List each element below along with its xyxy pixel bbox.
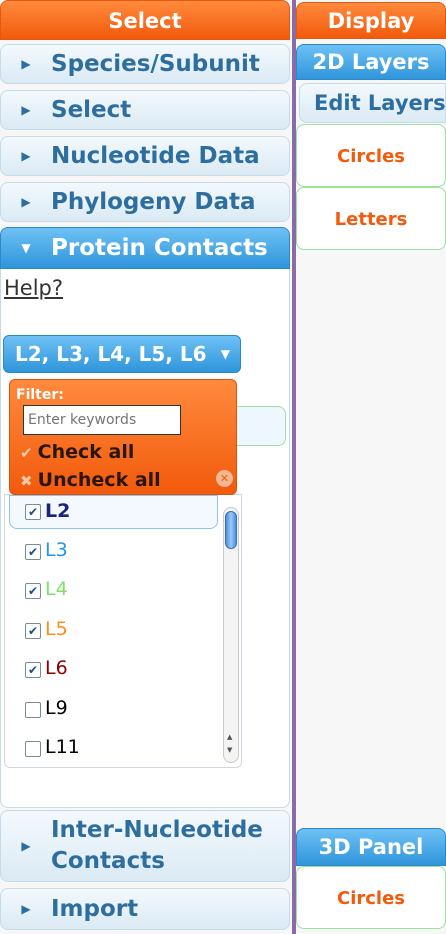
layer-3d-circles[interactable]: Circles bbox=[296, 866, 446, 929]
3d-panel-button[interactable]: 3D Panel bbox=[296, 828, 446, 866]
option-l2[interactable]: ✔ L2 bbox=[5, 495, 219, 527]
checkbox-l6[interactable]: ✔ bbox=[25, 662, 41, 678]
multiselect-value: L2, L3, L4, L5, L6 bbox=[15, 342, 207, 366]
hidden-green-element bbox=[230, 406, 286, 446]
option-l3[interactable]: ✔ L3 bbox=[5, 539, 219, 571]
section-nucleotide-data[interactable]: ▶ Nucleotide Data bbox=[0, 136, 290, 176]
protein-multiselect-button[interactable]: L2, L3, L4, L5, L6 ▼ bbox=[3, 335, 241, 373]
display-panel-header: Display bbox=[296, 2, 446, 39]
help-link[interactable]: Help? bbox=[4, 276, 63, 300]
option-l4[interactable]: ✔ L4 bbox=[5, 578, 219, 610]
checkbox-l2[interactable]: ✔ bbox=[25, 504, 41, 520]
section-label: Species/Subunit bbox=[51, 51, 260, 77]
triangle-right-icon: ▶ bbox=[21, 57, 31, 71]
edit-layers-label: Edit Layers bbox=[314, 91, 446, 115]
options-scrollbar[interactable]: ▲ ▼ bbox=[223, 507, 239, 763]
check-all-link[interactable]: ✔ Check all bbox=[20, 441, 134, 463]
section-label: Phylogeny Data bbox=[51, 189, 256, 215]
section-label: Inter-Nucleotide bbox=[51, 817, 263, 843]
section-label: Select bbox=[51, 97, 132, 123]
option-label: L2 bbox=[45, 500, 71, 522]
option-l6[interactable]: ✔ L6 bbox=[5, 657, 219, 689]
option-label: L6 bbox=[45, 657, 68, 679]
uncheck-all-label: Uncheck all bbox=[37, 469, 161, 491]
section-protein-contacts[interactable]: ▼ Protein Contacts bbox=[0, 227, 290, 269]
section-select[interactable]: ▶ Select bbox=[0, 90, 290, 130]
multiselect-options-list: ✔ L2 ✔ L3 ✔ L4 ✔ L5 ✔ L6 L9 L11 ▲ ▼ bbox=[4, 494, 242, 768]
section-phylogeny-data[interactable]: ▶ Phylogeny Data bbox=[0, 182, 290, 222]
section-label-group: Inter-Nucleotide Contacts bbox=[51, 815, 263, 877]
scroll-up-icon[interactable]: ▲ bbox=[227, 733, 232, 741]
close-icon[interactable]: ✕ bbox=[216, 470, 233, 487]
checkbox-l4[interactable]: ✔ bbox=[25, 583, 41, 599]
triangle-down-icon: ▼ bbox=[21, 241, 31, 255]
checkbox-l3[interactable]: ✔ bbox=[25, 544, 41, 560]
option-label: L9 bbox=[45, 697, 68, 719]
filter-label: Filter: bbox=[16, 387, 64, 403]
layer-2d-circles[interactable]: Circles bbox=[296, 124, 446, 187]
triangle-right-icon: ▶ bbox=[21, 103, 31, 117]
uncheck-all-link[interactable]: ✖ Uncheck all bbox=[20, 469, 161, 491]
check-all-label: Check all bbox=[37, 441, 135, 463]
2d-layers-button[interactable]: 2D Layers bbox=[296, 44, 446, 80]
triangle-right-icon: ▶ bbox=[21, 902, 31, 916]
select-panel-header: Select bbox=[0, 0, 290, 40]
edit-layers-button[interactable]: Edit Layers bbox=[299, 83, 446, 123]
section-label: Nucleotide Data bbox=[51, 143, 260, 169]
checkbox-l9[interactable] bbox=[25, 702, 41, 718]
option-l5[interactable]: ✔ L5 bbox=[5, 618, 219, 650]
scroll-down-icon[interactable]: ▼ bbox=[227, 746, 232, 754]
triangle-right-icon: ▶ bbox=[21, 839, 31, 853]
layer-2d-letters[interactable]: Letters bbox=[296, 187, 446, 250]
checkbox-l5[interactable]: ✔ bbox=[25, 623, 41, 639]
multiselect-dropdown-header: Filter: ✔ Check all ✖ Uncheck all ✕ bbox=[9, 379, 237, 495]
triangle-right-icon: ▶ bbox=[21, 149, 31, 163]
checkbox-l11[interactable] bbox=[25, 741, 41, 757]
scrollbar-thumb[interactable] bbox=[225, 511, 237, 549]
option-l11[interactable]: L11 bbox=[5, 736, 219, 768]
section-species-subunit[interactable]: ▶ Species/Subunit bbox=[0, 44, 290, 84]
triangle-right-icon: ▶ bbox=[21, 195, 31, 209]
section-import[interactable]: ▶ Import bbox=[0, 888, 290, 930]
checkmark-icon: ✔ bbox=[20, 444, 33, 462]
section-label: Contacts bbox=[51, 848, 165, 874]
filter-input[interactable] bbox=[23, 405, 181, 435]
section-label: Import bbox=[51, 896, 139, 922]
section-inter-nucleotide-contacts[interactable]: ▶ Inter-Nucleotide Contacts bbox=[0, 810, 290, 882]
section-label: Protein Contacts bbox=[51, 235, 268, 261]
option-label: L3 bbox=[45, 539, 68, 561]
option-l9[interactable]: L9 bbox=[5, 697, 219, 729]
left-panel: Select ▶ Species/Subunit ▶ Select ▶ Nucl… bbox=[0, 0, 292, 934]
x-icon: ✖ bbox=[20, 472, 33, 490]
right-panel: Display 2D Layers Edit Layers Circles Le… bbox=[296, 0, 446, 934]
option-label: L11 bbox=[45, 736, 80, 758]
chevron-down-icon: ▼ bbox=[220, 347, 230, 361]
option-label: L5 bbox=[45, 618, 68, 640]
option-label: L4 bbox=[45, 578, 68, 600]
